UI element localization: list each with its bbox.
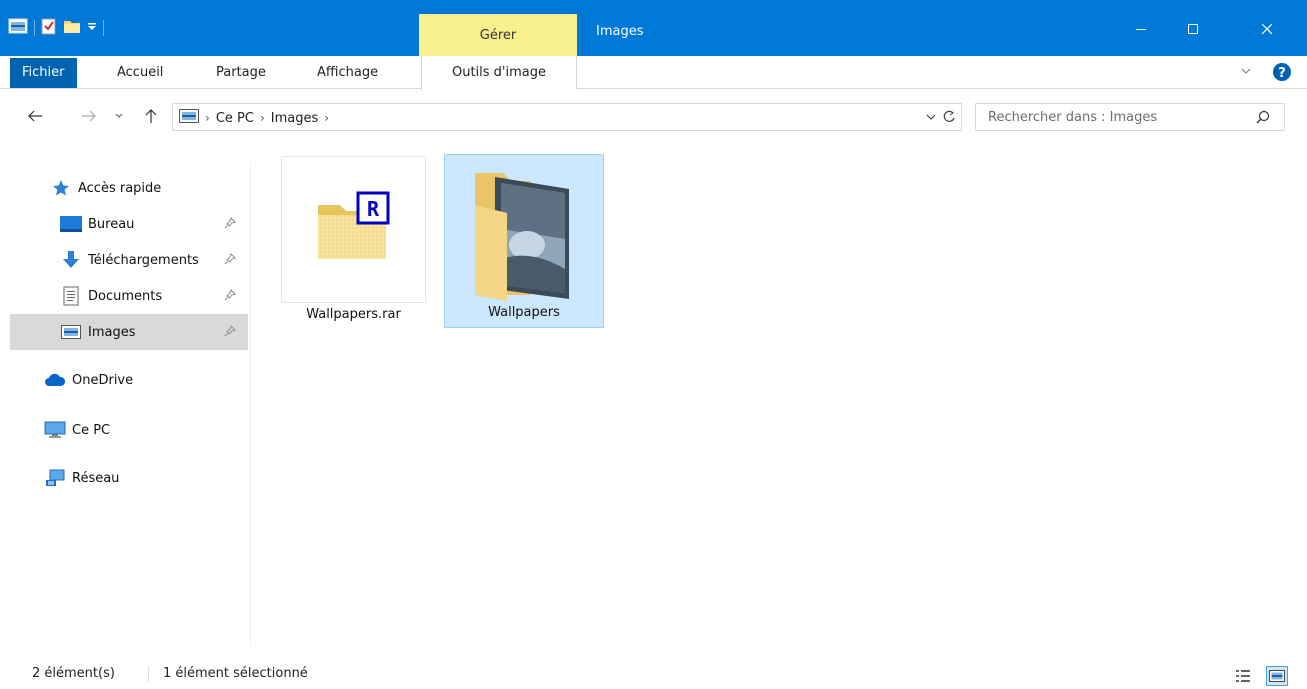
selection-count: 1 élément sélectionné (163, 666, 308, 681)
pin-icon[interactable] (224, 253, 236, 269)
qat-separator (103, 20, 104, 36)
nav-item-desktop[interactable]: Bureau (10, 206, 248, 242)
search-input[interactable] (988, 108, 1248, 126)
breadcrumb-separator[interactable]: › (324, 111, 329, 125)
tab-file[interactable]: Fichier (10, 58, 77, 88)
address-row: › Ce PC › Images › (0, 96, 1307, 140)
forward-button[interactable] (78, 104, 100, 128)
close-button[interactable] (1244, 14, 1290, 44)
nav-item-label: Documents (88, 288, 163, 304)
nav-item-network[interactable]: Réseau (10, 460, 248, 496)
nav-item-label: Images (88, 324, 136, 340)
window-title: Images (596, 24, 644, 39)
qat-separator (34, 20, 35, 36)
download-icon (60, 250, 82, 270)
nav-item-label: Réseau (72, 470, 120, 486)
maximize-icon (1188, 24, 1198, 34)
arrow-left-icon (28, 110, 42, 122)
nav-item-images[interactable]: Images (10, 314, 248, 350)
nav-item-onedrive[interactable]: OneDrive (10, 362, 248, 398)
refresh-icon (943, 110, 955, 122)
pictures-location-icon (179, 109, 199, 127)
large-icons-view-button[interactable] (1266, 666, 1288, 686)
minimize-button[interactable] (1118, 14, 1164, 44)
computer-icon (44, 420, 66, 440)
file-item-rar[interactable]: R Wallpapers.rar (281, 156, 426, 322)
search-box[interactable] (975, 103, 1285, 131)
maximize-button[interactable] (1170, 14, 1216, 44)
nav-item-quick-access[interactable]: Accès rapide (10, 170, 248, 206)
close-icon (1261, 23, 1273, 35)
minimize-icon (1136, 29, 1146, 30)
file-item-folder[interactable]: Wallpapers (444, 154, 604, 328)
breadcrumb: › Ce PC › Images › (179, 109, 329, 127)
nav-item-label: Bureau (88, 216, 135, 232)
back-button[interactable] (24, 104, 46, 128)
quick-access-toolbar (8, 18, 104, 38)
file-name: Wallpapers (488, 305, 560, 320)
tab-home[interactable]: Accueil (105, 56, 175, 89)
chevron-down-icon (115, 113, 123, 118)
network-icon (44, 468, 66, 488)
title-bar: Gérer Images (0, 0, 1307, 56)
chevron-down-icon (1241, 68, 1251, 74)
cloud-icon (44, 370, 66, 390)
documents-icon (60, 286, 82, 306)
help-button[interactable]: ? (1272, 62, 1292, 86)
address-history-button[interactable] (925, 111, 937, 127)
arrow-right-icon (82, 110, 96, 122)
ribbon-tabs: Fichier Accueil Partage Affichage Outils… (0, 56, 1307, 90)
new-folder-icon[interactable] (63, 17, 81, 39)
window-icon[interactable] (8, 18, 28, 38)
nav-item-label: OneDrive (72, 372, 134, 388)
item-count: 2 élément(s) (32, 666, 115, 681)
breadcrumb-separator: › (259, 111, 265, 125)
svg-text:R: R (367, 197, 380, 221)
context-tab-label: Gérer (479, 28, 517, 43)
nav-item-label: Ce PC (72, 422, 111, 438)
search-icon[interactable] (1256, 110, 1270, 128)
context-tab-manage[interactable]: Gérer (419, 14, 577, 56)
refresh-button[interactable] (941, 109, 957, 129)
address-bar[interactable]: › Ce PC › Images › (172, 103, 962, 131)
star-icon (50, 178, 72, 198)
breadcrumb-separator: › (205, 111, 210, 125)
breadcrumb-item-this-pc[interactable]: Ce PC (216, 111, 254, 126)
folder-icon (471, 169, 575, 307)
large-icons-view-icon (1269, 670, 1285, 682)
status-bar: 2 élément(s) 1 élément sélectionné (0, 658, 1307, 689)
arrow-up-icon (145, 109, 157, 123)
customize-qat-icon[interactable] (87, 20, 97, 36)
tab-share[interactable]: Partage (204, 56, 278, 89)
navigation-pane: Accès rapide Bureau Téléchargements Docu… (10, 164, 251, 644)
nav-item-label: Téléchargements (88, 252, 199, 268)
chevron-down-icon (926, 114, 936, 120)
status-separator (148, 666, 149, 682)
breadcrumb-item-images[interactable]: Images (271, 111, 319, 126)
pictures-icon (60, 322, 82, 342)
up-button[interactable] (140, 104, 162, 128)
pin-icon[interactable] (224, 217, 236, 233)
help-icon: ? (1273, 63, 1291, 81)
nav-item-this-pc[interactable]: Ce PC (10, 412, 248, 448)
desktop-icon (60, 214, 82, 234)
nav-item-downloads[interactable]: Téléchargements (10, 242, 248, 278)
pin-icon[interactable] (224, 289, 236, 305)
nav-item-label: Accès rapide (78, 180, 162, 196)
nav-item-documents[interactable]: Documents (10, 278, 248, 314)
pin-icon[interactable] (224, 325, 236, 341)
details-view-button[interactable] (1232, 666, 1254, 686)
svg-text:?: ? (1278, 66, 1286, 81)
expand-ribbon-button[interactable] (1240, 65, 1252, 81)
file-name: Wallpapers.rar (306, 307, 401, 322)
winrar-archive-icon: R (316, 187, 392, 267)
details-view-icon (1236, 670, 1250, 682)
tab-picture-tools[interactable]: Outils d'image (421, 56, 577, 90)
properties-icon[interactable] (41, 17, 57, 39)
tab-view[interactable]: Affichage (305, 56, 390, 89)
recent-locations-button[interactable] (108, 104, 130, 128)
